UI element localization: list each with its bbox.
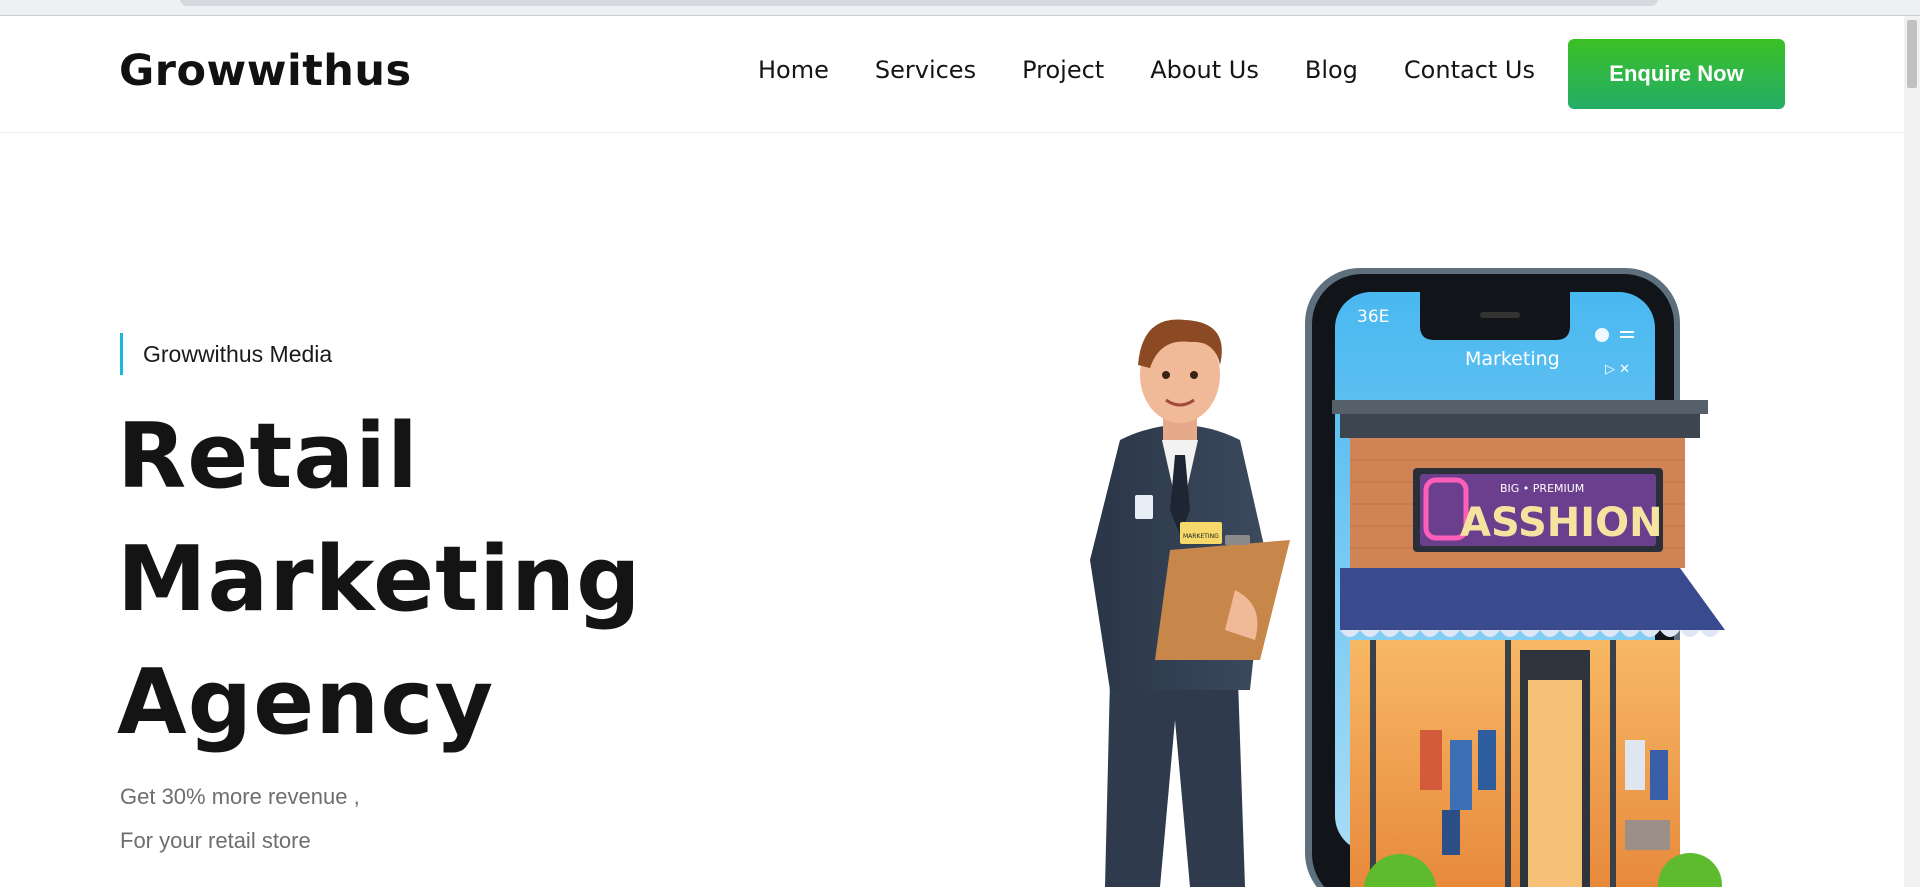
headline-line-1: Retail <box>117 404 419 509</box>
name-badge-text: MARKETING <box>1183 533 1219 540</box>
browser-top-strip <box>0 0 1920 16</box>
store-banner-text: BIG • PREMIUM <box>1500 482 1584 495</box>
storefront-graphic: BIG • PREMIUM ASSHION <box>1332 400 1725 887</box>
hero-illustration: 36E Marketing ▷ ✕ BIG • PREMIUM ASSHION … <box>1090 268 1725 887</box>
hero-eyebrow: Growwithus Media <box>120 333 332 375</box>
nav-contact-us[interactable]: Contact Us <box>1404 56 1535 84</box>
page: Growwithus Home Services Project About U… <box>0 0 1920 887</box>
nav-services[interactable]: Services <box>875 56 976 84</box>
svg-text:▷ ✕: ▷ ✕ <box>1605 362 1630 377</box>
subtext-line-2: For your retail store <box>120 828 311 853</box>
store-sign-text: ASSHION <box>1460 500 1663 546</box>
page-scrollbar[interactable] <box>1904 16 1920 887</box>
enquire-now-button[interactable]: Enquire Now <box>1568 39 1785 109</box>
nav-project[interactable]: Project <box>1022 56 1104 84</box>
hero-headline: Retail Marketing Agency <box>117 395 642 764</box>
nav-home[interactable]: Home <box>758 56 829 84</box>
phone-status-text: 36E <box>1357 307 1389 327</box>
headline-line-3: Agency <box>117 650 495 755</box>
hero-subtext: Get 30% more revenue , For your retail s… <box>120 775 360 863</box>
phone-screen-label: Marketing <box>1465 348 1560 370</box>
headline-line-2: Marketing <box>117 527 642 632</box>
main-nav: Home Services Project About Us Blog Cont… <box>758 56 1581 84</box>
businessman-graphic: MARKETING <box>1090 319 1290 887</box>
nav-about-us[interactable]: About Us <box>1150 56 1259 84</box>
scrollbar-thumb[interactable] <box>1907 20 1917 88</box>
address-bar-edge[interactable] <box>180 0 1658 6</box>
site-header: Growwithus Home Services Project About U… <box>0 16 1904 133</box>
subtext-line-1: Get 30% more revenue , <box>120 784 360 809</box>
site-logo[interactable]: Growwithus <box>119 46 412 96</box>
nav-blog[interactable]: Blog <box>1305 56 1358 84</box>
